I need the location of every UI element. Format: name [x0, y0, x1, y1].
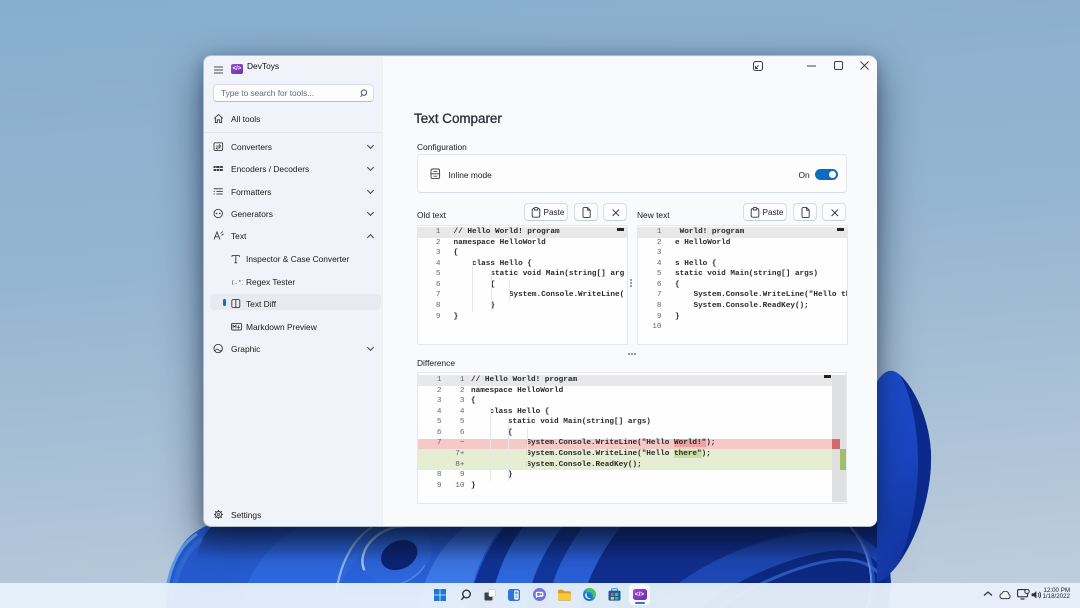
svg-text:(.*): (.*) — [231, 279, 243, 286]
